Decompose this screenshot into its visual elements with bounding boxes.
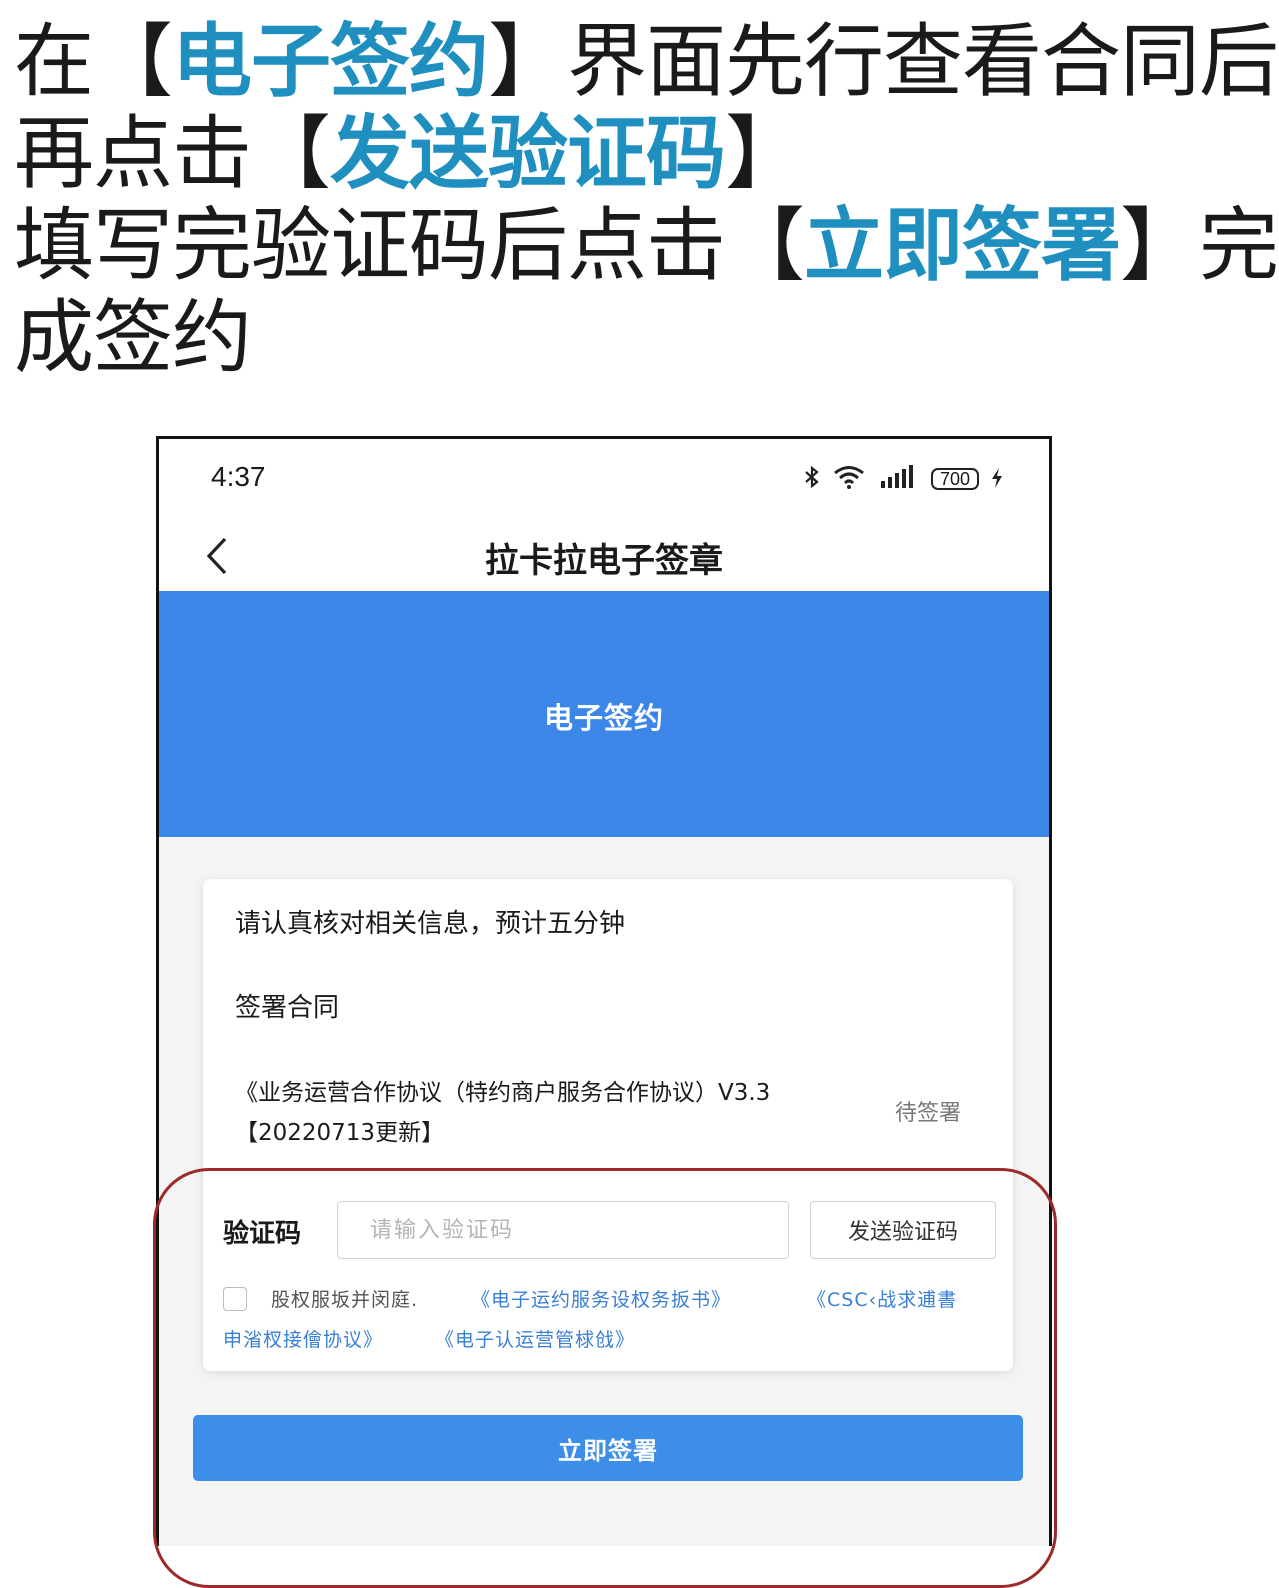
signal-icon <box>877 465 919 493</box>
instruction-text: 再点击【 <box>14 107 331 200</box>
instruction-highlight: 电子签约 <box>172 15 489 108</box>
instruction-highlight: 立即签署 <box>804 199 1121 292</box>
status-badge: 待签署 <box>894 1101 961 1126</box>
hero-title: 电子签约 <box>543 701 664 735</box>
verification-label: 验证码 <box>223 1219 302 1249</box>
phone-screen: 4:37 700 拉卡拉电子签章 电子签约 请认真核对相关信息，预计五分钟 签署… <box>156 436 1052 1546</box>
page-title: 拉卡拉电子签章 <box>485 541 723 581</box>
contract-card: 请认真核对相关信息，预计五分钟 签署合同 《业务运营合作协议（特约商户服务合作协… <box>203 879 1013 1371</box>
notice-text: 请认真核对相关信息，预计五分钟 <box>235 909 626 939</box>
agreement-checkbox[interactable] <box>223 1287 247 1311</box>
nav-bar: 拉卡拉电子签章 <box>159 521 1049 591</box>
hero-banner: 电子签约 <box>159 591 1049 837</box>
instruction-text: 】 <box>725 107 805 200</box>
send-code-button[interactable]: 发送验证码 <box>810 1201 996 1259</box>
status-bar: 4:37 700 <box>159 439 1049 521</box>
status-icons: 700 <box>803 465 1003 493</box>
bluetooth-icon <box>803 465 821 493</box>
charging-icon <box>991 467 1003 491</box>
instruction-line-4: 成签约 <box>14 291 252 384</box>
agreement-link[interactable]: 《CSC‹战求逋書 <box>807 1285 957 1312</box>
instruction-highlight: 发送验证码 <box>330 107 726 200</box>
battery-icon: 700 <box>931 468 979 490</box>
status-time: 4:37 <box>211 461 266 492</box>
contract-link[interactable]: 《业务运营合作协议（特约商户服务合作协议）V3.3【20220713更新】 <box>235 1073 825 1153</box>
agreement-link[interactable]: 申渻杈接儈协议》 <box>223 1325 383 1352</box>
instruction-line-3: 填写完验证码后点击【立即签署】完 <box>14 206 1279 286</box>
verification-code-input[interactable] <box>337 1201 789 1259</box>
instruction-text: 在【 <box>14 15 173 108</box>
instruction-line-1: 在【电子签约】界面先行查看合同后 <box>14 22 1279 102</box>
section-title: 签署合同 <box>235 993 340 1023</box>
agreement-link[interactable]: 《电子运约服务设权务扳书》 <box>471 1285 731 1312</box>
sign-now-button[interactable]: 立即签署 <box>193 1415 1023 1481</box>
agreement-link[interactable]: 《电子认运营管梂戗》 <box>435 1325 635 1352</box>
agreement-text: 股权服坂并闵庭. <box>271 1289 419 1311</box>
instruction-text: 】界面先行查看合同后 <box>488 15 1279 108</box>
instruction-line-2: 再点击【发送验证码】 <box>14 114 805 194</box>
wifi-icon <box>833 465 865 493</box>
instruction-text: 】完 <box>1120 199 1279 292</box>
instruction-text: 填写完验证码后点击【 <box>14 199 805 292</box>
